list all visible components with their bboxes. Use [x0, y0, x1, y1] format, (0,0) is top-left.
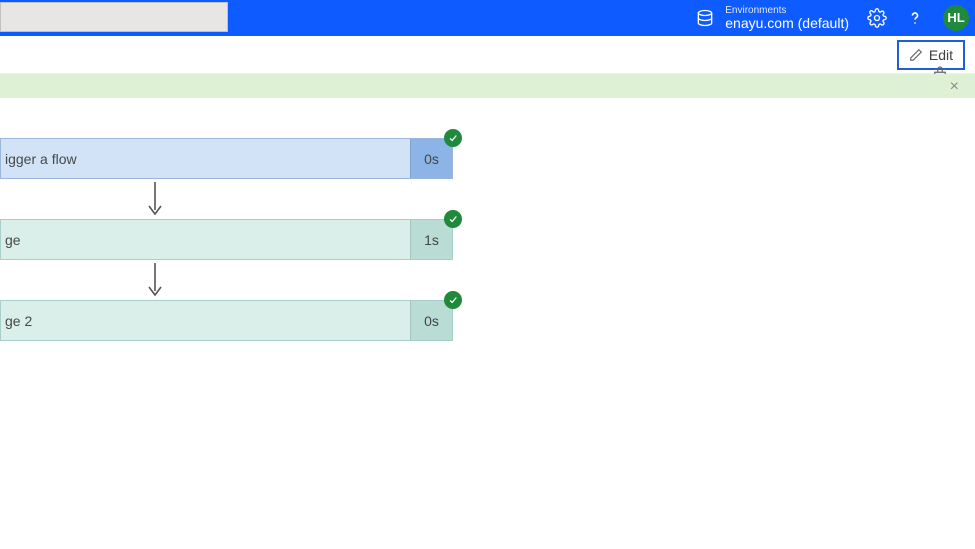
avatar-initials: HL — [947, 10, 964, 25]
flow-arrow — [0, 179, 453, 219]
status-success-icon — [444, 129, 462, 147]
command-bar: Edit — [0, 36, 975, 74]
status-success-icon — [444, 291, 462, 309]
step-duration: 1s — [410, 220, 452, 259]
gear-icon[interactable] — [867, 8, 887, 28]
avatar[interactable]: HL — [943, 5, 969, 31]
environment-picker[interactable]: Environments enayu.com (default) — [695, 5, 849, 31]
environment-icon — [695, 8, 715, 28]
environment-name: enayu.com (default) — [725, 16, 849, 31]
flow-step-trigger[interactable]: igger a flow 0s — [0, 138, 453, 179]
status-success-icon — [444, 210, 462, 228]
flow-arrow — [0, 260, 453, 300]
flow-canvas: igger a flow 0s ge 1s ge 2 0s — [0, 98, 975, 341]
help-icon[interactable] — [905, 8, 925, 28]
pencil-icon — [909, 48, 923, 62]
flow-step-action[interactable]: ge 1s — [0, 219, 453, 260]
app-header: Environments enayu.com (default) HL — [0, 0, 975, 36]
step-label: igger a flow — [1, 151, 410, 167]
search-input[interactable] — [0, 2, 228, 32]
step-label: ge 2 — [1, 313, 410, 329]
step-label: ge — [1, 232, 410, 248]
step-duration: 0s — [410, 139, 452, 178]
close-icon[interactable]: × — [950, 78, 959, 96]
flow-step-action[interactable]: ge 2 0s — [0, 300, 453, 341]
step-duration: 0s — [410, 301, 452, 340]
edit-label: Edit — [929, 47, 953, 63]
success-banner: × — [0, 74, 975, 98]
